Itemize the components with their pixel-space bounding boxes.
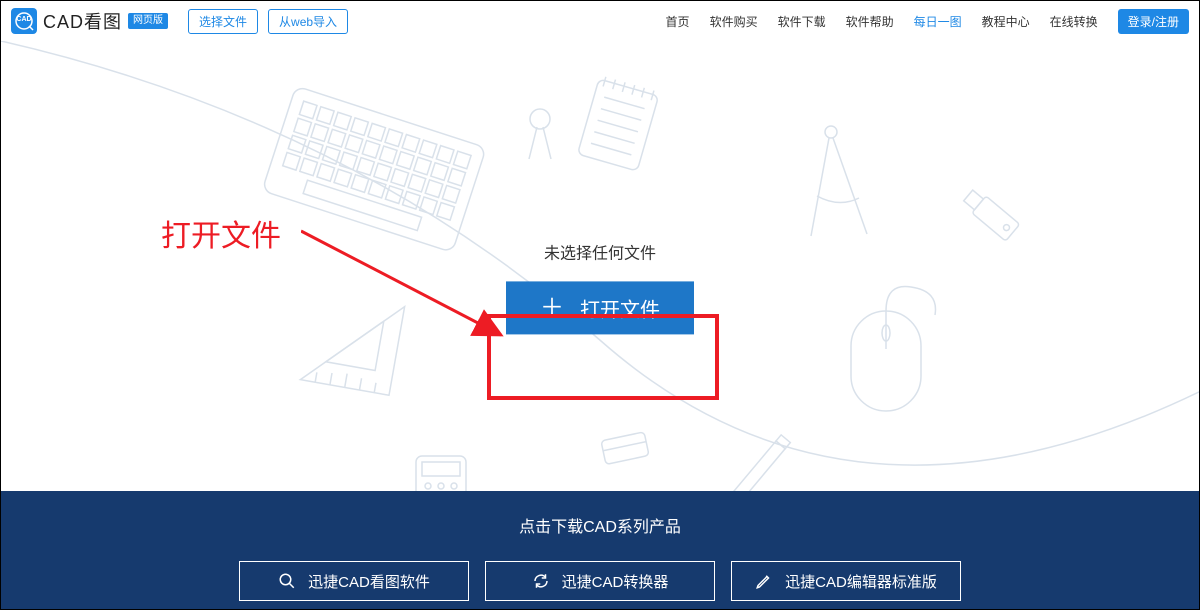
app-logo: CAD	[11, 8, 37, 34]
web-badge: 网页版	[128, 13, 168, 29]
open-file-block: 未选择任何文件 ＋ 打开文件	[506, 239, 694, 334]
download-row: 迅捷CAD看图软件 迅捷CAD转换器 迅捷CAD编辑器标准版	[1, 561, 1199, 601]
open-file-label: 打开文件	[580, 293, 660, 322]
annotation-label: 打开文件	[161, 211, 281, 255]
brand-title: CAD看图	[43, 8, 122, 34]
download-cad-viewer[interactable]: 迅捷CAD看图软件	[239, 561, 469, 601]
download-label: 迅捷CAD转换器	[562, 571, 669, 592]
plus-icon: ＋	[540, 296, 564, 320]
search-icon	[278, 572, 296, 590]
nav-tutorials[interactable]: 教程中心	[982, 13, 1030, 30]
nav-home[interactable]: 首页	[666, 13, 690, 30]
main-canvas: 打开文件 未选择任何文件 ＋ 打开文件	[1, 41, 1199, 491]
no-file-text: 未选择任何文件	[506, 239, 694, 263]
login-register-button[interactable]: 登录/注册	[1118, 9, 1189, 34]
footer-title: 点击下载CAD系列产品	[1, 513, 1199, 537]
footer: 点击下载CAD系列产品 迅捷CAD看图软件 迅捷CAD转换器 迅捷CAD编辑器标…	[1, 491, 1199, 609]
pencil-icon	[755, 572, 773, 590]
download-cad-converter[interactable]: 迅捷CAD转换器	[485, 561, 715, 601]
nav-convert[interactable]: 在线转换	[1050, 13, 1098, 30]
header: CAD CAD看图 网页版 选择文件 从web导入 首页 软件购买 软件下载 软…	[1, 1, 1199, 41]
nav-purchase[interactable]: 软件购买	[710, 13, 758, 30]
select-file-button[interactable]: 选择文件	[188, 9, 258, 34]
nav-download[interactable]: 软件下载	[778, 13, 826, 30]
download-label: 迅捷CAD编辑器标准版	[785, 571, 937, 592]
download-cad-editor[interactable]: 迅捷CAD编辑器标准版	[731, 561, 961, 601]
open-file-button[interactable]: ＋ 打开文件	[506, 281, 694, 334]
top-nav: 首页 软件购买 软件下载 软件帮助 每日一图 教程中心 在线转换 登录/注册	[666, 9, 1189, 34]
import-from-web-button[interactable]: 从web导入	[268, 9, 348, 34]
refresh-icon	[532, 572, 550, 590]
nav-daily-image[interactable]: 每日一图	[914, 13, 962, 30]
annotation-arrow	[301, 219, 531, 349]
download-label: 迅捷CAD看图软件	[308, 571, 430, 592]
nav-help[interactable]: 软件帮助	[846, 13, 894, 30]
